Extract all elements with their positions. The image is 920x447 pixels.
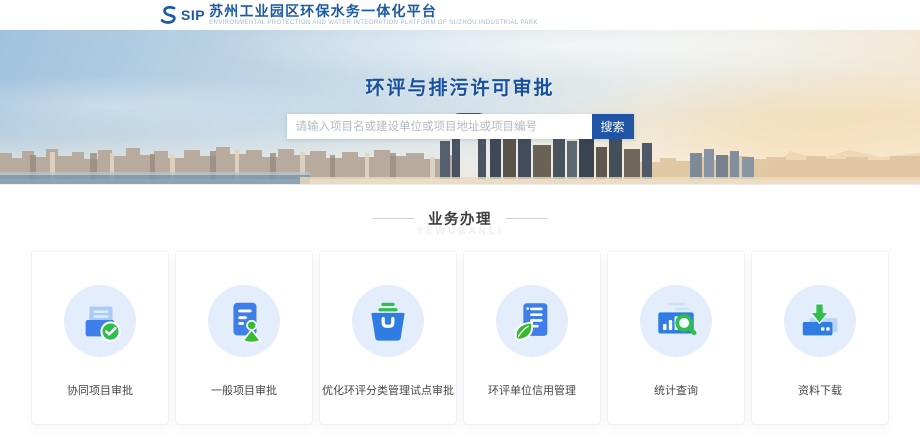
icon-circle: [64, 285, 136, 357]
platform-title: 苏州工业园区环保水务一体化平台: [209, 4, 538, 19]
card-optimized-eia-pilot-approval[interactable]: 优化环评分类管理试点审批: [319, 251, 457, 425]
card-collaborative-project-approval[interactable]: 协同项目审批: [31, 251, 169, 425]
services-section-header: 业务办理 YEWUBANLI: [0, 208, 920, 237]
hero-banner: 环评与排污许可审批 搜索: [0, 30, 920, 185]
card-label: 统计查询: [654, 382, 698, 398]
card-label: 一般项目审批: [211, 382, 277, 398]
service-cards-row: 协同项目审批 一般项目审批 优化环评分类管理试点审批: [31, 251, 889, 425]
document-user-icon: [221, 298, 267, 344]
top-header: SIP 苏州工业园区环保水务一体化平台 ENVIRONMENTAL PROTEC…: [0, 0, 920, 30]
chart-magnifier-icon: [653, 298, 699, 344]
services-watermark: YEWUBANLI: [0, 226, 920, 237]
search-input[interactable]: [287, 114, 592, 139]
hero-title: 环评与排污许可审批: [0, 73, 920, 100]
title-line-left: [372, 218, 414, 219]
card-statistics-query[interactable]: 统计查询: [607, 251, 745, 425]
download-tray-icon: [797, 298, 843, 344]
icon-circle: [208, 285, 280, 357]
card-eia-unit-credit-management[interactable]: 环评单位信用管理: [463, 251, 601, 425]
platform-subtitle: ENVIRONMENTAL PROTECTION AND WATER INTEG…: [209, 20, 538, 26]
search-button[interactable]: 搜索: [592, 114, 634, 139]
icon-circle: [496, 285, 568, 357]
card-label: 资料下载: [798, 382, 842, 398]
basket-icon: [365, 298, 411, 344]
sip-logo-icon: [158, 4, 180, 26]
card-label: 协同项目审批: [67, 382, 133, 398]
card-general-project-approval[interactable]: 一般项目审批: [175, 251, 313, 425]
title-line-right: [506, 218, 548, 219]
card-label: 环评单位信用管理: [488, 382, 576, 398]
icon-circle: [352, 285, 424, 357]
icon-circle: [784, 285, 856, 357]
archive-check-icon: [77, 298, 123, 344]
document-leaf-icon: [509, 298, 555, 344]
icon-circle: [640, 285, 712, 357]
card-label: 优化环评分类管理试点审批: [322, 382, 454, 398]
card-data-download[interactable]: 资料下载: [751, 251, 889, 425]
search-bar: 搜索: [287, 114, 634, 139]
logo-sip-text: SIP: [181, 7, 205, 23]
